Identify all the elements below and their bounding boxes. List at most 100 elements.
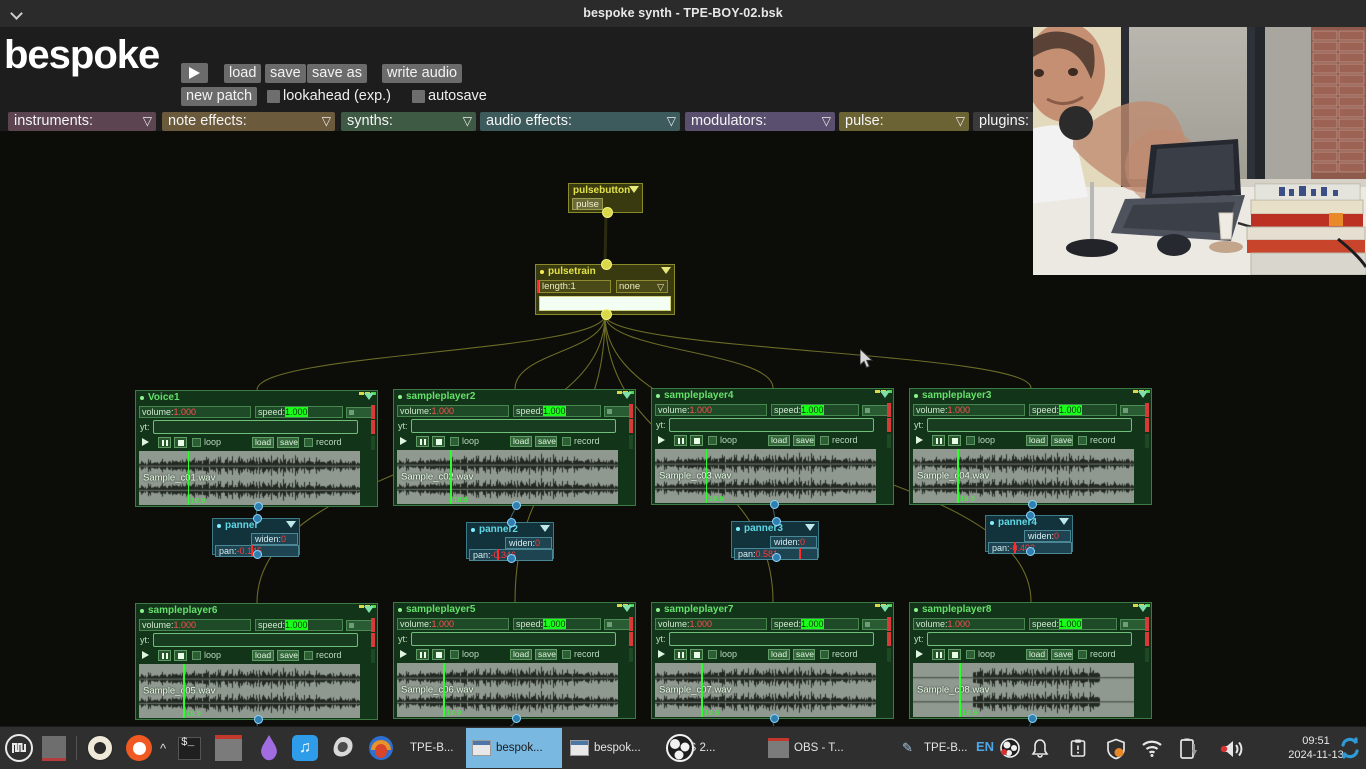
loop-checkbox[interactable]: [708, 436, 717, 445]
widen-field[interactable]: widen:0: [251, 533, 298, 545]
module-collapse-icon[interactable]: [622, 392, 632, 399]
module-output-pin[interactable]: [254, 502, 263, 511]
dropdown-pulse[interactable]: pulse:▽: [839, 112, 969, 131]
volume-field[interactable]: volume:1.000: [397, 405, 509, 417]
module-collapse-icon[interactable]: [661, 267, 671, 274]
record-checkbox[interactable]: [820, 436, 829, 445]
loop-checkbox[interactable]: [708, 650, 717, 659]
speed-field[interactable]: speed:1.000: [513, 405, 601, 417]
yt-input[interactable]: [153, 633, 358, 647]
module-pulsebutton[interactable]: pulsebutton pulse: [568, 183, 643, 213]
playhead[interactable]: [443, 663, 445, 717]
save-as-button[interactable]: save as: [307, 64, 367, 83]
slider-knob[interactable]: [865, 408, 870, 413]
clipboard-icon[interactable]: [1068, 738, 1088, 758]
load-button[interactable]: load: [768, 435, 790, 446]
load-button[interactable]: load: [510, 436, 532, 447]
speed-slider[interactable]: [1120, 619, 1148, 630]
slider-knob[interactable]: [1123, 408, 1128, 413]
module-input-pin[interactable]: [601, 259, 612, 270]
stop-button[interactable]: [432, 436, 445, 447]
module-collapse-icon[interactable]: [286, 521, 296, 528]
stop-button[interactable]: [432, 649, 445, 660]
play-button[interactable]: [914, 649, 926, 660]
module-sampleplayer[interactable]: sampleplayer8 volume:1.000 speed:1.000 y…: [909, 602, 1152, 719]
module-collapse-icon[interactable]: [364, 606, 374, 613]
loop-checkbox[interactable]: [192, 651, 201, 660]
volume-icon[interactable]: [1220, 738, 1240, 758]
module-input-pin[interactable]: [1026, 511, 1035, 520]
module-output-pin[interactable]: [1028, 500, 1037, 509]
save-button[interactable]: save: [535, 436, 557, 447]
dropdown-modulators[interactable]: modulators:▽: [685, 112, 835, 131]
module-output-pin[interactable]: [507, 554, 516, 563]
speed-field[interactable]: speed:1.000: [771, 618, 859, 630]
yt-input[interactable]: [669, 632, 874, 646]
waveform-display[interactable]: Sample_c08.wav 18.9: [913, 663, 1134, 717]
load-button[interactable]: load: [1026, 649, 1048, 660]
pulse-trigger-button[interactable]: pulse: [572, 198, 603, 210]
save-button[interactable]: save: [277, 437, 299, 448]
module-input-pin[interactable]: [253, 514, 262, 523]
module-collapse-icon[interactable]: [1059, 518, 1069, 525]
module-sampleplayer[interactable]: Voice1 volume:1.000 speed:1.000 yt:: [135, 390, 378, 507]
yt-input[interactable]: [927, 418, 1132, 432]
save-button[interactable]: save: [1051, 435, 1073, 446]
play-button[interactable]: [140, 437, 152, 448]
module-output-pin[interactable]: [770, 500, 779, 509]
slider-knob[interactable]: [865, 622, 870, 627]
files-icon[interactable]: [215, 727, 242, 769]
battery-icon[interactable]: [1178, 738, 1198, 758]
gimp-icon[interactable]: [86, 727, 114, 769]
module-pulsetrain[interactable]: pulsetrain length:1 none ▽: [535, 264, 675, 315]
mode-dropdown[interactable]: none ▽: [616, 280, 668, 293]
widen-field[interactable]: widen:0: [1024, 530, 1071, 542]
module-input-pin[interactable]: [507, 518, 516, 527]
speed-field[interactable]: speed:1.000: [255, 619, 343, 631]
yt-input[interactable]: [411, 632, 616, 646]
pause-button[interactable]: [158, 650, 171, 661]
record-checkbox[interactable]: [562, 650, 571, 659]
terminal-icon[interactable]: $_: [178, 727, 201, 769]
dropdown-audioeffects[interactable]: audio effects:▽: [480, 112, 680, 131]
playhead[interactable]: [188, 451, 190, 505]
pause-button[interactable]: [932, 649, 945, 660]
loop-checkbox[interactable]: [966, 650, 975, 659]
expand-tray-icon[interactable]: ^: [160, 727, 166, 769]
waveform-display[interactable]: Sample_c02.wav 18.9: [397, 450, 618, 504]
module-collapse-icon[interactable]: [880, 391, 890, 398]
window-bespoke-2[interactable]: bespok...: [564, 728, 660, 768]
module-sampleplayer[interactable]: sampleplayer2 volume:1.000 speed:1.000 y…: [393, 389, 636, 506]
speed-field[interactable]: speed:1.000: [1029, 618, 1117, 630]
module-sampleplayer[interactable]: sampleplayer7 volume:1.000 speed:1.000 y…: [651, 602, 894, 719]
module-collapse-icon[interactable]: [364, 393, 374, 400]
load-button[interactable]: load: [510, 649, 532, 660]
waveform-display[interactable]: Sample_c06.wav 18.9: [397, 663, 618, 717]
speed-slider[interactable]: [862, 405, 890, 416]
module-collapse-icon[interactable]: [1138, 605, 1148, 612]
new-patch-button[interactable]: new patch: [181, 87, 257, 106]
record-checkbox[interactable]: [304, 651, 313, 660]
record-checkbox[interactable]: [304, 438, 313, 447]
module-sampleplayer[interactable]: sampleplayer3 volume:1.000 speed:1.000 y…: [909, 388, 1152, 505]
module-panner[interactable]: panner2 widen:0 pan:-0.346: [466, 522, 554, 559]
update-shield-icon[interactable]: [1105, 738, 1125, 758]
show-desktop-icon[interactable]: [42, 727, 66, 769]
volume-field[interactable]: volume:1.000: [397, 618, 509, 630]
volume-field[interactable]: volume:1.000: [655, 618, 767, 630]
module-output-pin[interactable]: [602, 207, 613, 218]
stop-button[interactable]: [690, 435, 703, 446]
save-button[interactable]: save: [793, 435, 815, 446]
loop-checkbox[interactable]: [192, 438, 201, 447]
waveform-display[interactable]: Sample_c01.wav 18.9: [139, 451, 360, 505]
module-sampleplayer[interactable]: sampleplayer5 volume:1.000 speed:1.000 y…: [393, 602, 636, 719]
load-button[interactable]: load: [252, 437, 274, 448]
inkscape-icon[interactable]: [258, 727, 280, 769]
speed-slider[interactable]: [1120, 405, 1148, 416]
module-output-pin[interactable]: [1028, 714, 1037, 723]
play-button[interactable]: [656, 435, 668, 446]
record-checkbox[interactable]: [1078, 650, 1087, 659]
yt-input[interactable]: [669, 418, 874, 432]
volume-field[interactable]: volume:1.000: [913, 618, 1025, 630]
play-button[interactable]: [398, 649, 410, 660]
